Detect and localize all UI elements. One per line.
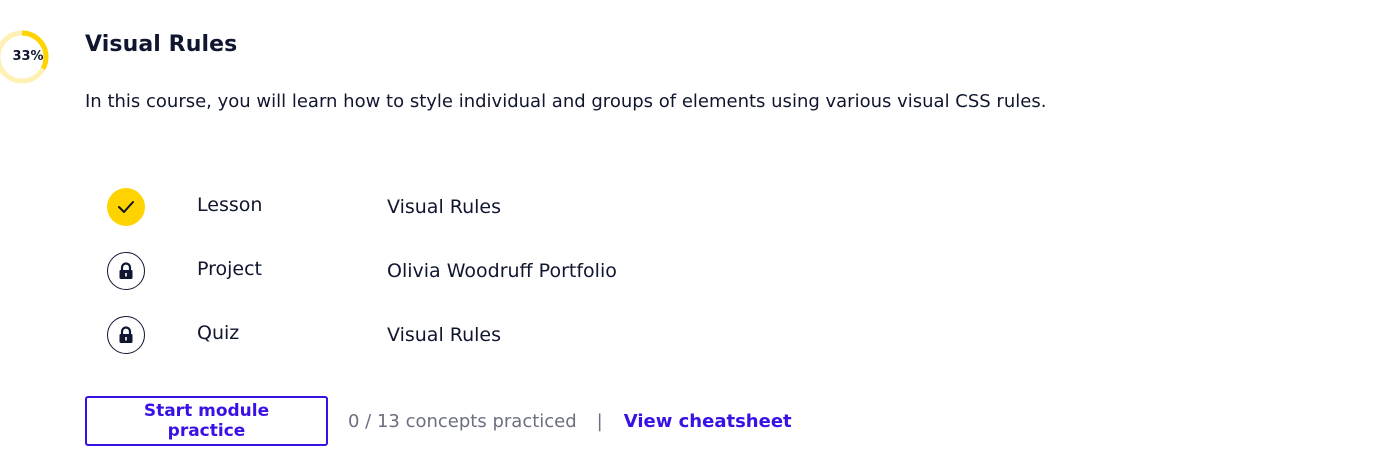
lock-icon [107, 252, 145, 290]
content-item-project[interactable]: Project Olivia Woodruff Portfolio [107, 239, 907, 303]
lock-icon [107, 316, 145, 354]
progress-ring: 33% [0, 29, 50, 85]
module-description: In this course, you will learn how to st… [85, 91, 1047, 112]
progress-percent: 33% [12, 49, 44, 64]
content-item-type: Lesson [197, 194, 263, 216]
content-item-name: Visual Rules [387, 324, 502, 346]
content-item-name: Visual Rules [387, 196, 502, 218]
content-item-lesson[interactable]: Lesson Visual Rules [107, 175, 907, 239]
module-card: 33% Visual Rules In this course, you wil… [0, 0, 1395, 451]
separator: | [596, 410, 603, 432]
checkmark-icon [107, 188, 145, 226]
content-item-quiz[interactable]: Quiz Visual Rules [107, 303, 907, 367]
concepts-practiced-count: 0 / 13 concepts practiced [348, 410, 577, 432]
start-module-practice-button[interactable]: Start module practice [85, 396, 328, 446]
module-title: Visual Rules [85, 32, 238, 57]
content-item-type: Quiz [197, 322, 240, 344]
content-item-type: Project [197, 258, 263, 280]
view-cheatsheet-link[interactable]: View cheatsheet [624, 411, 792, 432]
module-footer: Start module practice 0 / 13 concepts pr… [85, 396, 792, 446]
module-content-list: Lesson Visual Rules Project Olivia Woodr… [107, 175, 907, 367]
content-item-name: Olivia Woodruff Portfolio [387, 260, 617, 282]
